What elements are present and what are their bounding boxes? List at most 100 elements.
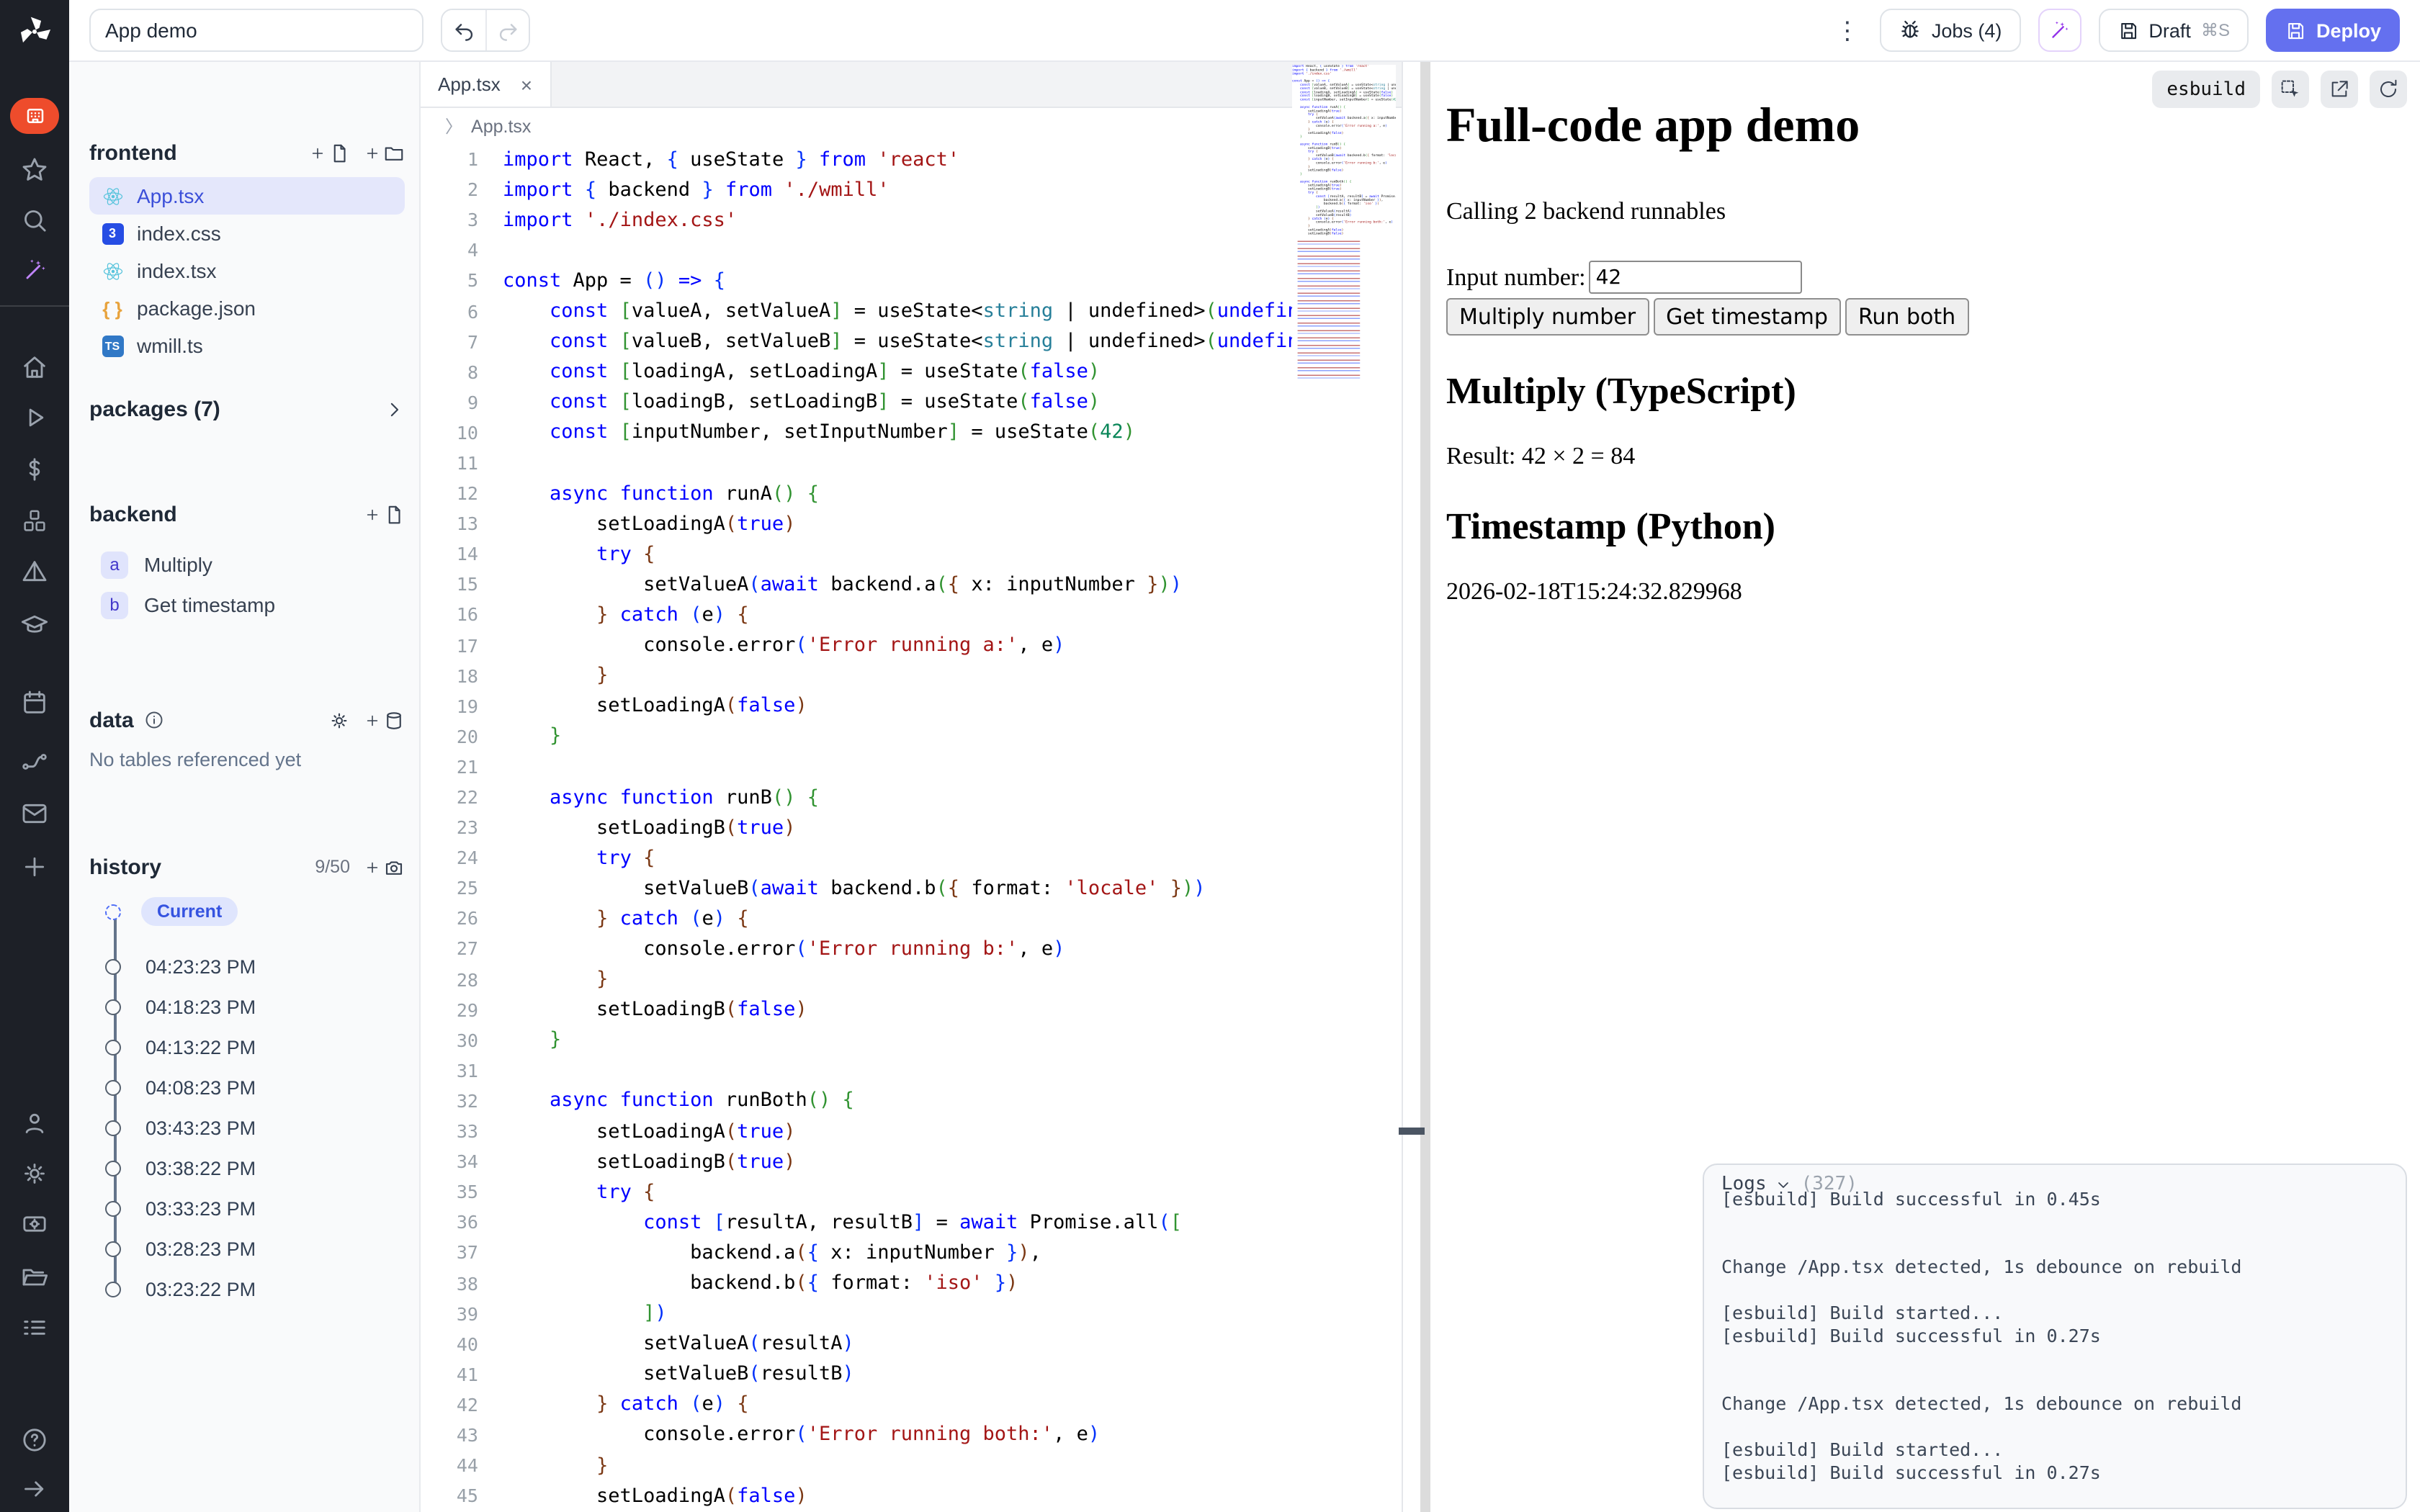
get-timestamp-button[interactable]: Get timestamp: [1653, 298, 1841, 336]
add-icon[interactable]: [0, 852, 69, 881]
close-tab-icon[interactable]: ×: [521, 73, 532, 96]
folders-icon[interactable]: [0, 1263, 69, 1292]
line-number: 44: [421, 1454, 478, 1476]
runnable-item-b[interactable]: bGet timestamp: [89, 585, 405, 625]
history-entry[interactable]: 03:33:23 PM: [89, 1188, 405, 1228]
react-icon: [101, 259, 124, 282]
deploy-button[interactable]: Deploy: [2266, 9, 2400, 52]
history-entry[interactable]: 04:08:23 PM: [89, 1067, 405, 1107]
line-number: 8: [421, 361, 478, 382]
schedules-icon[interactable]: [0, 688, 69, 717]
file-item-index.tsx[interactable]: index.tsx: [89, 252, 405, 289]
chevron-down-icon[interactable]: [1775, 1176, 1793, 1193]
mail-icon[interactable]: [0, 799, 69, 828]
result-heading: Timestamp (Python): [1446, 505, 2420, 549]
resources-icon[interactable]: [0, 507, 69, 536]
save-icon: [2117, 19, 2138, 41]
minimap[interactable]: import React, { useState } from 'react'i…: [1292, 65, 1396, 540]
line-number: 38: [421, 1272, 478, 1294]
redo-button[interactable]: [485, 10, 529, 52]
history-entry[interactable]: 04:23:23 PM: [89, 946, 405, 986]
breadcrumb[interactable]: 〉 App.tsx: [421, 108, 1402, 144]
splitter-rail[interactable]: [1420, 62, 1430, 1512]
add-table-button[interactable]: [364, 709, 405, 731]
inspect-select-icon[interactable]: [2272, 71, 2309, 108]
runnable-item-a[interactable]: aMultiply: [89, 544, 405, 585]
result-value: Result: 42 × 2 = 84: [1446, 442, 2420, 471]
favorites-icon[interactable]: [0, 156, 69, 184]
app-window: ⋮ Jobs (4) Draft ⌘S Deploy frontend: [0, 0, 2420, 1512]
tab-app-tsx[interactable]: App.tsx ×: [421, 62, 551, 107]
history-timeline: Current 04:23:23 PM 04:18:23 PM 04:13:22 P…: [89, 894, 405, 1309]
line-number: 42: [421, 1394, 478, 1416]
line-number: 13: [421, 513, 478, 534]
packages-section-header[interactable]: packages (7): [89, 393, 405, 425]
line-number: 1: [421, 148, 478, 170]
input-number-field[interactable]: [1589, 261, 1802, 294]
jobs-button[interactable]: Jobs (4): [1880, 9, 2021, 52]
add-folder-button[interactable]: [364, 142, 405, 163]
history-entry[interactable]: 03:38:22 PM: [89, 1148, 405, 1188]
add-runnable-button[interactable]: [364, 503, 405, 525]
result-value: 2026-02-18T15:24:32.829968: [1446, 577, 2420, 606]
help-icon[interactable]: [0, 1426, 69, 1454]
windmill-logo-icon[interactable]: [0, 13, 69, 50]
current-dot-icon: [105, 904, 121, 919]
current-app-badge[interactable]: [0, 98, 69, 134]
line-number: 37: [421, 1242, 478, 1264]
panel-splitter[interactable]: [1402, 62, 1430, 1512]
line-number: 16: [421, 604, 478, 626]
ai-assistant-button[interactable]: [2038, 9, 2081, 52]
add-snapshot-button[interactable]: [364, 856, 405, 878]
history-entry[interactable]: 03:43:23 PM: [89, 1107, 405, 1148]
line-number: 19: [421, 695, 478, 716]
line-number: 9: [421, 392, 478, 413]
code-area[interactable]: 1import React, { useState } from 'react'…: [421, 144, 1402, 1512]
file-item-wmill.ts[interactable]: TSwmill.ts: [89, 327, 405, 364]
app-name-input[interactable]: [89, 9, 424, 52]
learn-icon[interactable]: [0, 611, 69, 639]
frontend-file-list: App.tsx3index.cssindex.tsx{ }package.jso…: [89, 177, 405, 364]
home-icon[interactable]: [0, 353, 69, 382]
more-menu-icon[interactable]: ⋮: [1832, 18, 1863, 42]
draft-button[interactable]: Draft ⌘S: [2098, 9, 2249, 52]
flows-icon[interactable]: [0, 747, 69, 776]
history-entry[interactable]: 03:28:23 PM: [89, 1228, 405, 1269]
history-entry[interactable]: 04:18:23 PM: [89, 986, 405, 1027]
data-settings-gear-icon[interactable]: [328, 709, 350, 731]
file-item-index.css[interactable]: 3index.css: [89, 215, 405, 252]
line-number: 4: [421, 240, 478, 261]
workers-icon[interactable]: [0, 1210, 69, 1238]
file-item-package.json[interactable]: { }package.json: [89, 289, 405, 327]
triggers-icon[interactable]: [0, 557, 69, 586]
history-timestamp: 04:18:23 PM: [145, 996, 256, 1017]
logs-output[interactable]: [esbuild] Build successful in 0.45s Chan…: [1704, 1188, 2406, 1484]
history-entry[interactable]: 03:23:22 PM: [89, 1269, 405, 1309]
ai-wand-icon[interactable]: [0, 256, 69, 285]
refresh-icon[interactable]: [2370, 71, 2407, 108]
line-number: 30: [421, 1030, 478, 1051]
run-both-button[interactable]: Run both: [1845, 298, 1968, 336]
variables-icon[interactable]: [0, 455, 69, 484]
history-section-header: history 9/50: [89, 851, 405, 883]
bundler-chip: esbuild: [2152, 71, 2260, 108]
search-icon[interactable]: [0, 206, 69, 235]
undo-button[interactable]: [442, 10, 485, 52]
multiply-number-button[interactable]: Multiply number: [1446, 298, 1649, 336]
history-current-item[interactable]: Current: [89, 894, 405, 929]
history-entry[interactable]: 04:13:22 PM: [89, 1027, 405, 1067]
runs-icon[interactable]: [0, 403, 69, 432]
chevron-right-icon[interactable]: [383, 398, 405, 420]
collapse-arrow-icon[interactable]: [0, 1475, 69, 1503]
add-file-button[interactable]: [310, 142, 350, 163]
splitter-handle[interactable]: [1399, 1128, 1425, 1135]
settings-gear-icon[interactable]: [0, 1159, 69, 1188]
info-icon[interactable]: [144, 710, 164, 730]
logs-list-icon[interactable]: [0, 1313, 69, 1342]
logs-label[interactable]: Logs: [1721, 1174, 1767, 1195]
line-number: 20: [421, 726, 478, 747]
open-external-icon[interactable]: [2321, 71, 2358, 108]
save-icon: [2285, 19, 2306, 41]
file-item-App.tsx[interactable]: App.tsx: [89, 177, 405, 215]
user-icon[interactable]: [0, 1109, 69, 1138]
